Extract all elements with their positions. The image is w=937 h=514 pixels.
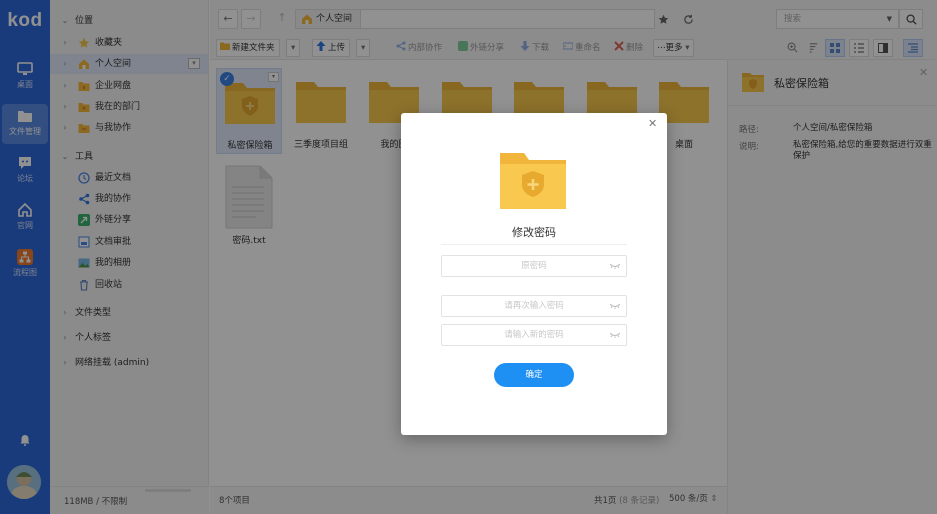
confirm-password-placeholder: 请再次输入密码 [504, 301, 564, 311]
safe-folder-icon [500, 153, 566, 209]
confirm-password-field[interactable]: 请再次输入密码 [441, 295, 627, 317]
new-password-field[interactable]: 请输入新的密码 [441, 324, 627, 346]
old-password-field[interactable]: 原密码 [441, 255, 627, 277]
close-icon[interactable]: ✕ [648, 117, 657, 130]
eye-closed-icon[interactable] [610, 263, 620, 269]
change-password-dialog: ✕ 修改密码 原密码 请再次输入密码 请输入新的密码 确定 [401, 113, 667, 435]
dialog-title: 修改密码 [512, 226, 556, 239]
old-password-placeholder: 原密码 [521, 261, 547, 271]
eye-closed-icon[interactable] [610, 332, 620, 338]
confirm-button[interactable]: 确定 [494, 363, 574, 387]
divider [441, 244, 627, 245]
eye-closed-icon[interactable] [610, 303, 620, 309]
new-password-placeholder: 请输入新的密码 [504, 330, 564, 340]
